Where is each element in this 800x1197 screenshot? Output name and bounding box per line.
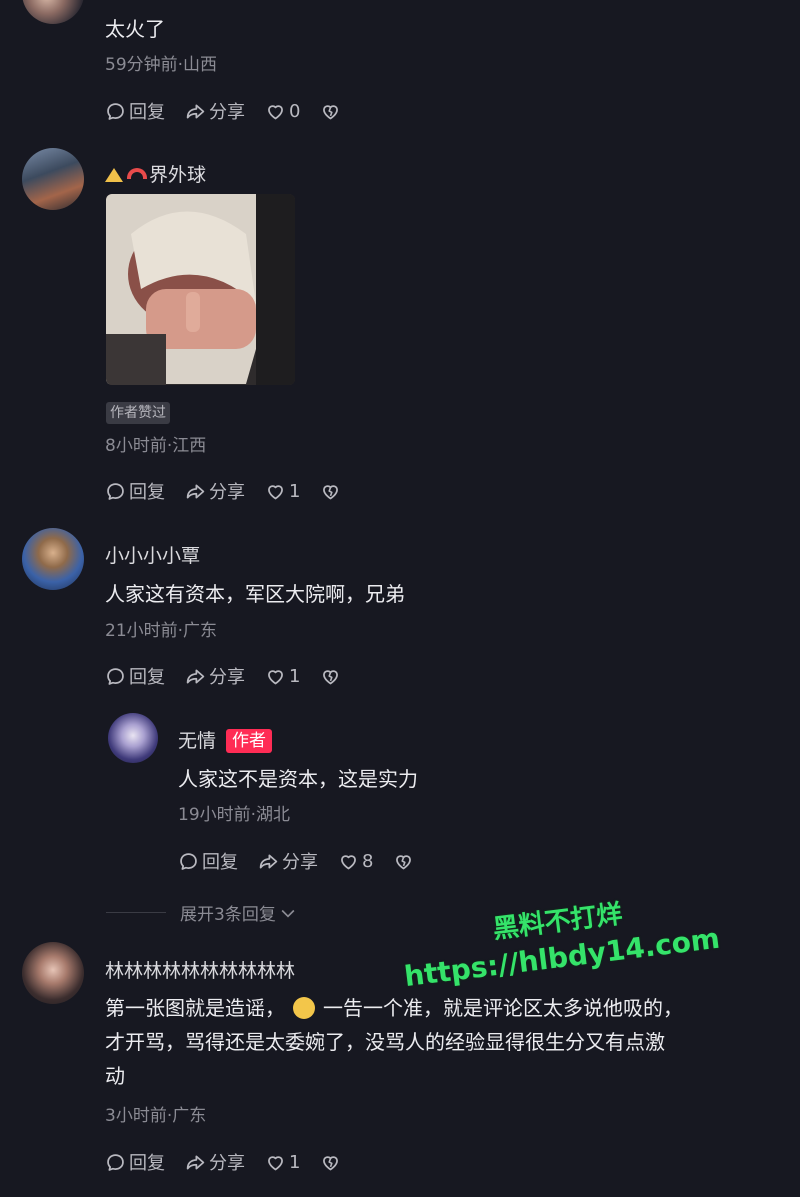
broken-heart-icon <box>320 1152 341 1173</box>
share-icon <box>185 481 206 502</box>
reply-icon <box>105 666 126 687</box>
reply-icon <box>105 1152 126 1173</box>
share-icon <box>185 1152 206 1173</box>
broken-heart-icon <box>393 851 414 872</box>
comment-text: 人家这有资本，军区大院啊，兄弟 <box>105 582 405 606</box>
share-button[interactable]: 分享 <box>185 1149 245 1175</box>
share-icon <box>185 666 206 687</box>
chevron-down-icon <box>281 909 295 918</box>
heart-icon <box>265 101 286 122</box>
reply-username[interactable]: 无情 作者 <box>178 726 273 753</box>
reply-button[interactable]: 回复 <box>178 848 238 874</box>
avatar[interactable] <box>22 0 84 24</box>
like-button[interactable]: 1 <box>265 481 300 502</box>
dislike-button[interactable] <box>320 1152 341 1173</box>
comment-actions: 回复 分享 0 <box>105 98 361 124</box>
reply-icon <box>105 101 126 122</box>
like-button[interactable]: 8 <box>338 851 373 872</box>
rainbow-emoji-icon <box>127 168 147 179</box>
comment-username[interactable]: 界外球 <box>105 160 206 187</box>
comment-meta: 8小时前·江西 <box>105 436 207 456</box>
comment-actions: 回复 分享 1 <box>105 478 361 504</box>
share-button[interactable]: 分享 <box>185 98 245 124</box>
dislike-button[interactable] <box>320 666 341 687</box>
share-button[interactable]: 分享 <box>258 848 318 874</box>
heart-icon <box>265 1152 286 1173</box>
comment-text: 第一张图就是造谣， 一告一个准，就是评论区太多说他吸的， 才开骂，骂得还是太委婉了… <box>105 996 683 1088</box>
dislike-button[interactable] <box>393 851 414 872</box>
photo-illustration <box>106 194 295 385</box>
author-badge: 作者 <box>226 729 273 753</box>
avatar[interactable] <box>22 528 84 590</box>
share-icon <box>258 851 279 872</box>
reply-button[interactable]: 回复 <box>105 478 165 504</box>
like-button[interactable]: 0 <box>265 101 300 122</box>
broken-heart-icon <box>320 101 341 122</box>
reply-meta: 19小时前·湖北 <box>178 805 291 825</box>
reply-button[interactable]: 回复 <box>105 1149 165 1175</box>
like-button[interactable]: 1 <box>265 666 300 687</box>
divider <box>106 912 166 913</box>
like-button[interactable]: 1 <box>265 1152 300 1173</box>
heart-icon <box>338 851 359 872</box>
dislike-button[interactable] <box>320 481 341 502</box>
comment-actions: 回复 分享 1 <box>105 663 361 689</box>
like-count: 0 <box>289 100 301 122</box>
like-count: 1 <box>289 665 301 687</box>
comment-meta: 59分钟前·山西 <box>105 55 218 75</box>
like-count: 8 <box>362 850 374 872</box>
share-button[interactable]: 分享 <box>185 663 245 689</box>
share-button[interactable]: 分享 <box>185 478 245 504</box>
sailboat-emoji-icon <box>105 168 123 182</box>
share-icon <box>185 101 206 122</box>
avatar[interactable] <box>22 148 84 210</box>
like-count: 1 <box>289 480 301 502</box>
broken-heart-icon <box>320 666 341 687</box>
like-count: 1 <box>289 1151 301 1173</box>
reply-button[interactable]: 回复 <box>105 98 165 124</box>
comment-meta: 21小时前·广东 <box>105 621 218 641</box>
heart-icon <box>265 481 286 502</box>
heart-icon <box>265 666 286 687</box>
smile-emoji-icon <box>293 997 315 1019</box>
reply-icon <box>178 851 199 872</box>
comment-meta: 3小时前·广东 <box>105 1106 207 1126</box>
comment-actions: 回复 分享 1 <box>105 1149 361 1175</box>
reply-icon <box>105 481 126 502</box>
avatar[interactable] <box>22 942 84 1004</box>
comment-text: 太火了 <box>105 17 165 41</box>
author-liked-tag: 作者赞过 <box>106 402 170 424</box>
comment-username[interactable]: 小小小小覃 <box>105 541 200 568</box>
expand-replies-button[interactable]: 展开3条回复 <box>106 900 298 925</box>
comment-username[interactable]: 林林林林林林林林林林 <box>105 956 295 983</box>
comment-image[interactable] <box>106 194 295 385</box>
reply-text: 人家这不是资本，这是实力 <box>178 767 418 791</box>
watermark: 黑料不打烊 https://hlbdy14.com <box>392 885 728 997</box>
reply-button[interactable]: 回复 <box>105 663 165 689</box>
broken-heart-icon <box>320 481 341 502</box>
avatar[interactable] <box>108 713 158 763</box>
reply-actions: 回复 分享 8 <box>178 848 434 874</box>
dislike-button[interactable] <box>320 101 341 122</box>
